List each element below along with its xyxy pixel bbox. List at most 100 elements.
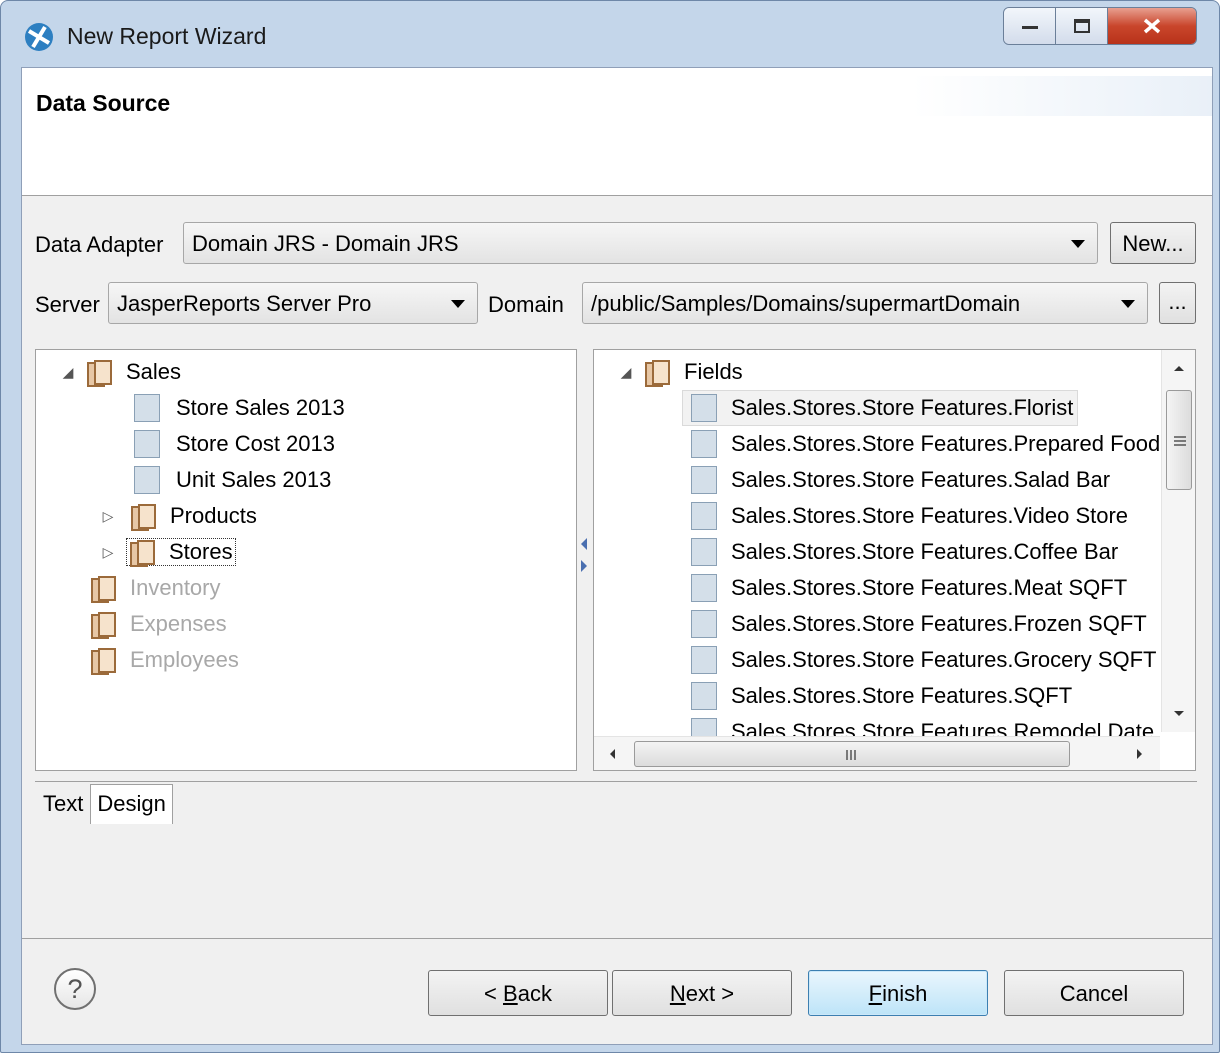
tabs-separator	[35, 781, 1197, 782]
next-button[interactable]: Next >	[612, 970, 792, 1016]
field-icon	[134, 430, 160, 458]
tree-leaf[interactable]: Unit Sales 2013	[134, 462, 331, 498]
expanded-arrow-icon: ◢	[62, 363, 74, 380]
tree-node-fields[interactable]: ◢ Fields	[616, 354, 743, 390]
domain-tree-panel: ◢ Sales Store Sales 2013 Store Cost 2013…	[35, 349, 577, 771]
folder-icon	[130, 503, 156, 531]
tree-node-products[interactable]: ▷ Products	[98, 498, 257, 534]
domain-label: Domain	[488, 292, 564, 317]
horizontal-scrollbar[interactable]	[594, 736, 1160, 770]
field-row-selected[interactable]: Sales.Stores.Store Features.Florist	[682, 390, 1079, 426]
wizard-header: Data Source	[22, 68, 1212, 196]
help-icon: ?	[67, 974, 83, 1004]
field-row[interactable]: Sales.Stores.Store Features.Frozen SQFT	[691, 606, 1147, 642]
scroll-right-icon[interactable]	[1136, 748, 1144, 760]
folder-icon	[90, 575, 116, 603]
horizontal-scroll-thumb[interactable]	[634, 741, 1070, 767]
tree-node-inventory: Inventory	[90, 570, 221, 606]
field-row[interactable]: Sales.Stores.Store Features.Grocery SQFT	[691, 642, 1156, 678]
window-title: New Report Wizard	[67, 23, 267, 49]
server-value: JasperReports Server Pro	[117, 291, 372, 316]
close-button[interactable]	[1108, 8, 1196, 44]
title-bar: New Report Wizard	[1, 1, 1219, 67]
minimize-icon	[1021, 26, 1038, 29]
field-label: Sales.Stores.Store Features.Coffee Bar	[731, 539, 1119, 564]
scroll-down-icon[interactable]	[1173, 710, 1185, 718]
field-icon	[691, 574, 717, 602]
scroll-up-icon[interactable]	[1173, 364, 1185, 372]
server-select[interactable]: JasperReports Server Pro	[108, 282, 478, 324]
cancel-button[interactable]: Cancel	[1004, 970, 1184, 1016]
field-icon	[691, 430, 717, 458]
field-label: Sales.Stores.Store Features.Meat SQFT	[731, 575, 1128, 600]
back-button[interactable]: < Back	[428, 970, 608, 1016]
finish-button[interactable]: Finish	[808, 970, 988, 1016]
sash-arrows-icon[interactable]	[579, 536, 589, 580]
tree-leaf-label: Unit Sales 2013	[176, 467, 332, 492]
collapsed-arrow-icon: ▷	[102, 543, 114, 560]
scroll-left-icon[interactable]	[608, 748, 616, 760]
field-icon	[691, 646, 717, 674]
field-row[interactable]: Sales.Stores.Store Features.Coffee Bar	[691, 534, 1118, 570]
minimize-button[interactable]	[1004, 8, 1056, 44]
tree-node-employees: Employees	[90, 642, 239, 678]
tree-node-label: Inventory	[130, 575, 221, 600]
folder-icon	[86, 359, 112, 387]
tree-node-label: Sales	[126, 359, 182, 384]
field-row[interactable]: Sales.Stores.Store Features.Salad Bar	[691, 462, 1110, 498]
wizard-window: New Report Wizard Data Source Data Adapt…	[0, 0, 1220, 1053]
window-controls	[1003, 7, 1197, 45]
collapsed-arrow-icon: ▷	[102, 507, 114, 524]
field-icon	[134, 466, 160, 494]
vertical-scrollbar[interactable]	[1161, 350, 1195, 732]
grip-icon	[846, 750, 856, 760]
field-row[interactable]: Sales.Stores.Store Features.Meat SQFT	[691, 570, 1127, 606]
field-label: Sales.Stores.Store Features.SQFT	[731, 683, 1073, 708]
tree-leaf[interactable]: Store Cost 2013	[134, 426, 335, 462]
chevron-down-icon	[1121, 300, 1135, 308]
tree-node-label: Products	[170, 503, 257, 528]
domain-value: /public/Samples/Domains/supermartDomain	[591, 291, 1021, 316]
finish-mnemonic: F	[868, 981, 883, 1006]
field-row[interactable]: Sales.Stores.Store Features.Prepared Foo…	[691, 426, 1160, 462]
field-label: Sales.Stores.Store Features.Video Store	[731, 503, 1129, 528]
field-icon	[691, 502, 717, 530]
data-adapter-select[interactable]: Domain JRS - Domain JRS	[183, 222, 1098, 264]
vertical-scroll-thumb[interactable]	[1166, 390, 1192, 490]
maximize-icon	[1073, 19, 1090, 33]
field-icon	[691, 538, 717, 566]
field-icon	[691, 466, 717, 494]
domain-select[interactable]: /public/Samples/Domains/supermartDomain	[582, 282, 1148, 324]
field-row[interactable]: Sales.Stores.Store Features.SQFT	[691, 678, 1072, 714]
tree-node-label: Employees	[130, 647, 239, 672]
field-label: Sales.Stores.Store Features.Grocery SQFT	[731, 647, 1157, 672]
server-label: Server	[35, 292, 100, 317]
close-icon	[1143, 18, 1161, 34]
data-adapter-label: Data Adapter	[35, 232, 164, 257]
help-button[interactable]: ?	[54, 968, 96, 1010]
tree-leaf-label: Store Cost 2013	[176, 431, 335, 456]
maximize-button[interactable]	[1056, 8, 1108, 44]
chevron-down-icon	[1071, 240, 1085, 248]
tree-leaf[interactable]: Store Sales 2013	[134, 390, 345, 426]
tree-node-label: Stores	[169, 539, 233, 564]
tree-node-stores[interactable]: ▷ Stores	[98, 534, 236, 570]
new-adapter-button[interactable]: New...	[1110, 222, 1196, 264]
dialog-client: Data Source Data Adapter Domain JRS - Do…	[21, 67, 1213, 1045]
tab-design[interactable]: Design	[90, 784, 173, 824]
field-row[interactable]: Sales.Stores.Store Features.Video Store	[691, 498, 1128, 534]
grip-icon	[1174, 436, 1186, 446]
field-label: Sales.Stores.Store Features.Prepared Foo…	[731, 431, 1161, 456]
tab-text[interactable]: Text	[36, 784, 90, 824]
field-label: Sales.Stores.Store Features.Salad Bar	[731, 467, 1111, 492]
page-title: Data Source	[36, 90, 171, 116]
field-label: Sales.Stores.Store Features.Florist	[731, 395, 1074, 420]
fields-tree-panel: ◢ Fields Sales.Stores.Store Features.Flo…	[593, 349, 1196, 771]
field-icon	[691, 682, 717, 710]
folder-icon	[90, 647, 116, 675]
browse-domain-button[interactable]: ...	[1159, 282, 1196, 324]
next-mnemonic: N	[669, 981, 686, 1006]
chevron-down-icon	[451, 300, 465, 308]
tree-node-sales[interactable]: ◢ Sales	[58, 354, 181, 390]
field-icon	[691, 394, 717, 422]
